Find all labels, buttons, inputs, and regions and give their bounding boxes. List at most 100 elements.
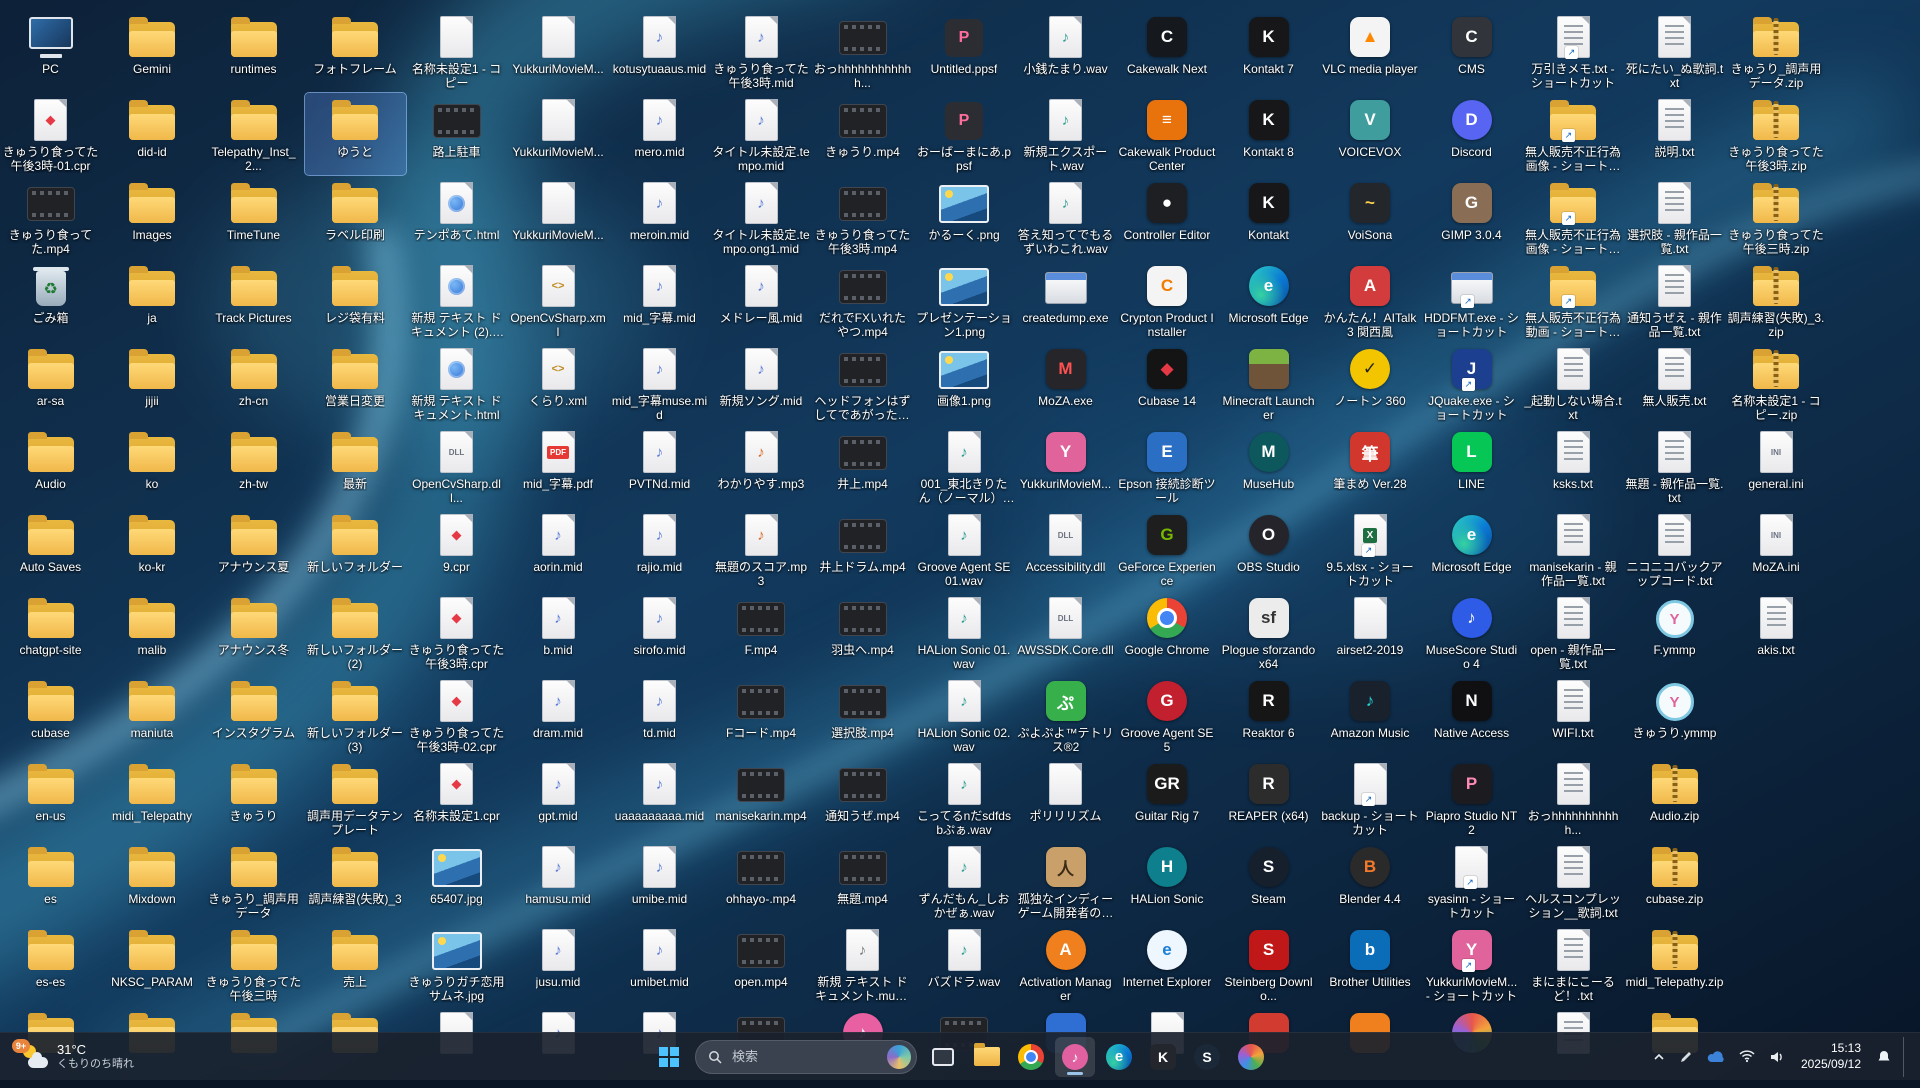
tray-overflow-chevron[interactable] <box>1647 1039 1671 1075</box>
desktop-icon[interactable]: ↗無人販売不正行為画像 - ショートカッ... <box>1523 93 1624 175</box>
taskbar-app-pinned-app-colorful[interactable] <box>1231 1037 1271 1077</box>
taskbar-app-pinned-app-k[interactable]: K <box>1143 1037 1183 1077</box>
desktop-icon[interactable]: es <box>0 840 101 922</box>
desktop-icon[interactable]: ♪rajio.mid <box>609 508 710 590</box>
desktop-icon[interactable]: ぷぷよぷよ™テトリス®2 <box>1015 674 1116 756</box>
desktop-icon[interactable]: INIgeneral.ini <box>1726 425 1827 507</box>
desktop-icon[interactable]: KKontakt 7 <box>1218 10 1319 92</box>
desktop-icon[interactable]: プレゼンテーション1.png <box>914 259 1015 341</box>
desktop-icon[interactable]: ♪dram.mid <box>508 674 609 756</box>
desktop-icon[interactable]: ◆9.cpr <box>406 508 507 590</box>
desktop-icon[interactable]: ♪HALion Sonic 02.wav <box>914 674 1015 756</box>
desktop-icon[interactable]: アナウンス冬 <box>203 591 304 673</box>
desktop-icon[interactable]: ♪sirofo.mid <box>609 591 710 673</box>
desktop-icon[interactable]: Track Pictures <box>203 259 304 341</box>
desktop-icon[interactable]: MMuseHub <box>1218 425 1319 507</box>
desktop-icon[interactable]: だれでFXいれたやつ.mp4 <box>812 259 913 341</box>
desktop-icon[interactable]: ♪uaaaaaaaaa.mid <box>609 757 710 839</box>
desktop-icon[interactable]: きゅうり食ってた午後三時 <box>203 923 304 1005</box>
desktop-icon[interactable]: midi_Telepathy <box>102 757 203 839</box>
desktop-icon[interactable]: ♪MuseScore Studio 4 <box>1421 591 1522 673</box>
desktop-icon[interactable]: OOBS Studio <box>1218 508 1319 590</box>
desktop-icon[interactable]: ↗backup - ショートカット <box>1320 757 1421 839</box>
desktop-icon[interactable]: ●Controller Editor <box>1117 176 1218 258</box>
desktop-icon[interactable]: CCakewalk Next <box>1117 10 1218 92</box>
desktop-icon[interactable]: Auto Saves <box>0 508 101 590</box>
desktop-icon[interactable]: ♪新規エクスポート.wav <box>1015 93 1116 175</box>
desktop-icon[interactable]: ≡Cakewalk Product Center <box>1117 93 1218 175</box>
desktop-icon[interactable]: RReaktor 6 <box>1218 674 1319 756</box>
desktop-icon[interactable]: 人孤独なインディーゲーム開発者の一生 <box>1015 840 1116 922</box>
desktop-icon[interactable]: PUntitled.ppsf <box>914 10 1015 92</box>
desktop-icon[interactable]: ♪Groove Agent SE 01.wav <box>914 508 1015 590</box>
desktop-icon[interactable]: おっhhhhhhhhhhhh... <box>812 10 913 92</box>
desktop-icon[interactable]: Audio <box>0 425 101 507</box>
desktop-icon[interactable]: ヘルスコンプレッション__歌詞.txt <box>1523 840 1624 922</box>
desktop-icon[interactable]: NKSC_PARAM <box>102 923 203 1005</box>
desktop-icon[interactable]: eMicrosoft Edge <box>1421 508 1522 590</box>
desktop-icon[interactable]: 筆筆まめ Ver.28 <box>1320 425 1421 507</box>
desktop-icon[interactable]: きゅうりガチ恋用サムネ.jpg <box>406 923 507 1005</box>
desktop-icon[interactable]: 調声用データテンプレート <box>305 757 406 839</box>
desktop-icon[interactable]: sfPlogue sforzando x64 <box>1218 591 1319 673</box>
desktop-icon[interactable]: HHALion Sonic <box>1117 840 1218 922</box>
desktop-icon[interactable]: DLLAccessibility.dll <box>1015 508 1116 590</box>
desktop-icon[interactable]: 新しいフォルダー (2) <box>305 591 406 673</box>
desktop-icon[interactable]: ♪新規 テキスト ドキュメント.musicxml <box>812 923 913 1005</box>
show-desktop-button[interactable] <box>1903 1037 1910 1077</box>
desktop-icon[interactable]: ♪mero.mid <box>609 93 710 175</box>
desktop-icon[interactable]: 通知うぜえ - 親作品一覧.txt <box>1624 259 1725 341</box>
desktop-icon[interactable]: ♪aorin.mid <box>508 508 609 590</box>
desktop-icon[interactable]: 売上 <box>305 923 406 1005</box>
desktop-icon[interactable]: ラベル印刷 <box>305 176 406 258</box>
desktop-icon[interactable]: jijii <box>102 342 203 424</box>
desktop-icon[interactable]: manisekarin - 親作品一覧.txt <box>1523 508 1624 590</box>
desktop-icon[interactable]: GGroove Agent SE 5 <box>1117 674 1218 756</box>
desktop-icon[interactable]: ♪無題のスコア.mp3 <box>711 508 812 590</box>
desktop-icon[interactable]: ♪mid_字幕muse.mid <box>609 342 710 424</box>
desktop-icon[interactable]: ◆きゅうり食ってた午後3時.cpr <box>406 591 507 673</box>
taskbar-app-pinned-app-round[interactable]: S <box>1187 1037 1227 1077</box>
desktop-icon[interactable]: 調声練習(失敗)_3.zip <box>1726 259 1827 341</box>
desktop-icon[interactable]: ohhayo-.mp4 <box>711 840 812 922</box>
desktop-icon[interactable]: KKontakt 8 <box>1218 93 1319 175</box>
desktop-icon[interactable]: Mixdown <box>102 840 203 922</box>
taskbar-app-microsoft-edge[interactable]: e <box>1099 1037 1139 1077</box>
desktop-icon[interactable]: X↗9.5.xlsx - ショートカット <box>1320 508 1421 590</box>
desktop-icon[interactable]: ♪001_東北きりたん（ノーマル）_今しゃ... <box>914 425 1015 507</box>
desktop-icon[interactable]: DDiscord <box>1421 93 1522 175</box>
desktop-icon[interactable]: 営業日変更 <box>305 342 406 424</box>
desktop-icon[interactable]: Yきゅうり.ymmp <box>1624 674 1725 756</box>
desktop-icon[interactable]: <>くらり.xml <box>508 342 609 424</box>
desktop-icon[interactable]: ♪Amazon Music <box>1320 674 1421 756</box>
desktop-icon[interactable]: 65407.jpg <box>406 840 507 922</box>
desktop-icon[interactable]: かるーく.png <box>914 176 1015 258</box>
search-box[interactable] <box>695 1040 917 1074</box>
desktop-icon[interactable]: 新規 テキスト ドキュメント.html <box>406 342 507 424</box>
desktop-icon[interactable]: ♪umibet.mid <box>609 923 710 1005</box>
desktop-icon[interactable]: zh-tw <box>203 425 304 507</box>
desktop-icon[interactable]: ♪PVTNd.mid <box>609 425 710 507</box>
desktop-icon[interactable]: きゅうり食ってた午後三時.zip <box>1726 176 1827 258</box>
desktop-icon[interactable]: ♪こってるnだsdfdsbぷぁ.wav <box>914 757 1015 839</box>
desktop-icon[interactable]: YukkuriMovieM... <box>508 93 609 175</box>
desktop-icon[interactable]: PPiapro Studio NT2 <box>1421 757 1522 839</box>
desktop-icon[interactable]: Gemini <box>102 10 203 92</box>
desktop-icon[interactable]: cubase.zip <box>1624 840 1725 922</box>
desktop-icon[interactable]: ♪新規ソング.mid <box>711 342 812 424</box>
desktop-icon[interactable]: レジ袋有料 <box>305 259 406 341</box>
desktop-icon[interactable]: Images <box>102 176 203 258</box>
desktop-icon[interactable]: ko <box>102 425 203 507</box>
desktop-icon[interactable]: 無題 - 親作品一覧.txt <box>1624 425 1725 507</box>
desktop-icon[interactable]: createdump.exe <box>1015 259 1116 341</box>
desktop-icon[interactable]: <>OpenCvSharp.xml <box>508 259 609 341</box>
desktop-icon[interactable]: GGeForce Experience <box>1117 508 1218 590</box>
desktop-icon[interactable]: Fコード.mp4 <box>711 674 812 756</box>
desktop-icon[interactable]: airset2-2019 <box>1320 591 1421 673</box>
desktop-icon[interactable]: _起動しない場合.txt <box>1523 342 1624 424</box>
desktop-icon[interactable]: malib <box>102 591 203 673</box>
weather-widget[interactable]: 9+ 31°C くもりのち晴れ <box>10 1039 144 1074</box>
desktop-icon[interactable]: 通知うぜ.mp4 <box>812 757 913 839</box>
desktop-icon[interactable]: ♪小銭たまり.wav <box>1015 10 1116 92</box>
desktop-icon[interactable]: PC <box>0 10 101 92</box>
